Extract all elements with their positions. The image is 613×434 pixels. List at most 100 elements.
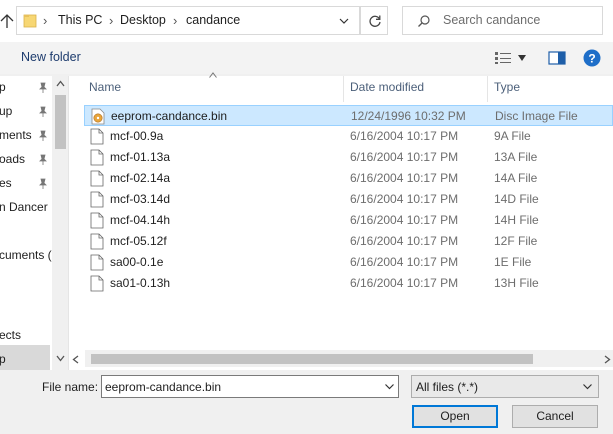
scroll-up-arrow-icon[interactable] (56, 80, 65, 87)
nav-item-documents[interactable]: ments (0, 128, 32, 142)
horizontal-scrollbar-thumb[interactable] (91, 354, 533, 364)
file-row[interactable]: sa00-0.1e 6/16/2004 10:17 PM 1E File (84, 252, 613, 273)
nav-item-downloads[interactable]: oads (0, 152, 25, 166)
address-row: › This PC › Desktop › candance Search ca… (0, 0, 613, 42)
refresh-button[interactable] (360, 6, 388, 35)
pin-icon[interactable] (38, 178, 48, 190)
new-folder-button[interactable]: New folder (21, 50, 81, 64)
nav-scrollbar-thumb[interactable] (55, 95, 66, 149)
file-date-modified: 6/16/2004 10:17 PM (350, 150, 459, 164)
file-date-modified: 6/16/2004 10:17 PM (350, 213, 459, 227)
file-type: 1E File (494, 255, 532, 269)
nav-item-label: cuments ( (0, 248, 52, 262)
nav-item-pictures[interactable]: es (0, 176, 12, 190)
horizontal-scrollbar[interactable] (72, 350, 613, 367)
toolbar: New folder ? (0, 42, 613, 74)
file-date-modified: 6/16/2004 10:17 PM (350, 129, 459, 143)
column-divider[interactable] (343, 76, 344, 102)
scroll-right-arrow-icon[interactable] (604, 355, 611, 364)
nav-item-dancer[interactable]: n Dancer (0, 200, 48, 214)
file-row-selected[interactable]: eeprom-candance.bin 12/24/1996 10:32 PM … (84, 105, 613, 126)
view-options-icon[interactable] (494, 51, 512, 65)
preview-pane-icon[interactable] (548, 51, 566, 65)
file-type: 9A File (494, 129, 531, 143)
nav-item-documents-2[interactable]: cuments ( (0, 248, 52, 262)
file-row[interactable]: mcf-04.14h 6/16/2004 10:17 PM 14H File (84, 210, 613, 231)
file-name: mcf-02.14a (110, 171, 171, 185)
chevron-down-icon[interactable] (384, 382, 395, 391)
open-button[interactable]: Open (412, 405, 498, 428)
file-type: 14H File (494, 213, 539, 227)
file-date-modified: 12/24/1996 10:32 PM (351, 109, 466, 123)
file-date-modified: 6/16/2004 10:17 PM (350, 255, 459, 269)
pin-icon[interactable] (38, 130, 48, 142)
nav-item-quick-access-1[interactable]: p (0, 80, 6, 94)
file-type-value: All files (*.*) (416, 380, 479, 394)
nav-item-label: ects (0, 328, 22, 342)
file-list: Name Date modified Type eeprom-candance.… (69, 72, 613, 370)
chevron-down-icon[interactable] (335, 15, 353, 27)
file-icon (90, 149, 104, 166)
file-date-modified: 6/16/2004 10:17 PM (350, 192, 459, 206)
file-icon (90, 233, 104, 250)
breadcrumb-candance[interactable]: candance (186, 13, 240, 27)
nav-vertical-scrollbar[interactable] (52, 76, 68, 370)
file-name-label: File name: (42, 380, 99, 394)
breadcrumb-this-pc[interactable]: This PC (58, 13, 102, 27)
scroll-left-arrow-icon[interactable] (72, 355, 79, 364)
file-row[interactable]: mcf-05.12f 6/16/2004 10:17 PM 12F File (84, 231, 613, 252)
nav-item-label: ments (0, 128, 32, 142)
file-name: mcf-01.13a (110, 150, 171, 164)
nav-item-label: oads (0, 152, 26, 166)
up-arrow-icon[interactable] (0, 11, 14, 31)
file-date-modified: 6/16/2004 10:17 PM (350, 234, 459, 248)
breadcrumb-chevron-icon: › (109, 13, 114, 28)
file-date-modified: 6/16/2004 10:17 PM (350, 276, 459, 290)
nav-item-quick-access-2[interactable]: up (0, 104, 12, 118)
navigation-pane: p up ments oads es n Dancer cuments ( ec… (0, 76, 69, 370)
disc-image-icon (91, 108, 105, 125)
caret-down-icon[interactable] (517, 54, 527, 62)
help-icon[interactable]: ? (583, 49, 601, 67)
nav-item-label: up (0, 104, 13, 118)
file-name: eeprom-candance.bin (111, 109, 228, 123)
file-row[interactable]: mcf-01.13a 6/16/2004 10:17 PM 13A File (84, 147, 613, 168)
file-name-value[interactable]: eeprom-candance.bin (105, 380, 221, 394)
scroll-down-arrow-icon[interactable] (56, 355, 65, 362)
file-type: 13H File (494, 276, 539, 290)
breadcrumb-desktop[interactable]: Desktop (120, 13, 166, 27)
file-icon (90, 191, 104, 208)
address-bar[interactable]: › This PC › Desktop › candance (16, 6, 360, 35)
file-row[interactable]: mcf-00.9a 6/16/2004 10:17 PM 9A File (84, 126, 613, 147)
folder-icon (23, 14, 37, 28)
pin-icon[interactable] (38, 154, 48, 166)
nav-item-label: p (0, 352, 6, 366)
file-name: mcf-00.9a (110, 129, 164, 143)
search-icon (418, 15, 430, 27)
file-row[interactable]: mcf-02.14a 6/16/2004 10:17 PM 14A File (84, 168, 613, 189)
file-name-field[interactable]: eeprom-candance.bin (101, 375, 399, 398)
search-box[interactable]: Search candance (402, 6, 603, 35)
file-icon (90, 212, 104, 229)
column-divider[interactable] (487, 76, 488, 102)
column-header-date-modified[interactable]: Date modified (350, 80, 424, 94)
file-name: mcf-03.14d (110, 192, 171, 206)
file-type-select[interactable]: All files (*.*) (411, 375, 599, 398)
search-input[interactable]: Search candance (443, 13, 540, 27)
nav-item-desktop[interactable]: p (0, 352, 6, 366)
file-row[interactable]: mcf-03.14d 6/16/2004 10:17 PM 14D File (84, 189, 613, 210)
file-type: 12F File (494, 234, 538, 248)
nav-item-label: p (0, 80, 6, 94)
chevron-down-icon[interactable] (582, 382, 593, 391)
file-row[interactable]: sa01-0.13h 6/16/2004 10:17 PM 13H File (84, 273, 613, 294)
column-header-name[interactable]: Name (89, 80, 121, 94)
cancel-button[interactable]: Cancel (512, 405, 598, 428)
column-header-type[interactable]: Type (494, 80, 520, 94)
file-name: sa00-0.1e (110, 255, 164, 269)
pin-icon[interactable] (38, 106, 48, 118)
pin-icon[interactable] (38, 82, 48, 94)
file-icon (90, 128, 104, 145)
nav-item-objects[interactable]: ects (0, 328, 21, 342)
file-name: mcf-05.12f (110, 234, 167, 248)
sort-ascending-icon (209, 72, 217, 78)
